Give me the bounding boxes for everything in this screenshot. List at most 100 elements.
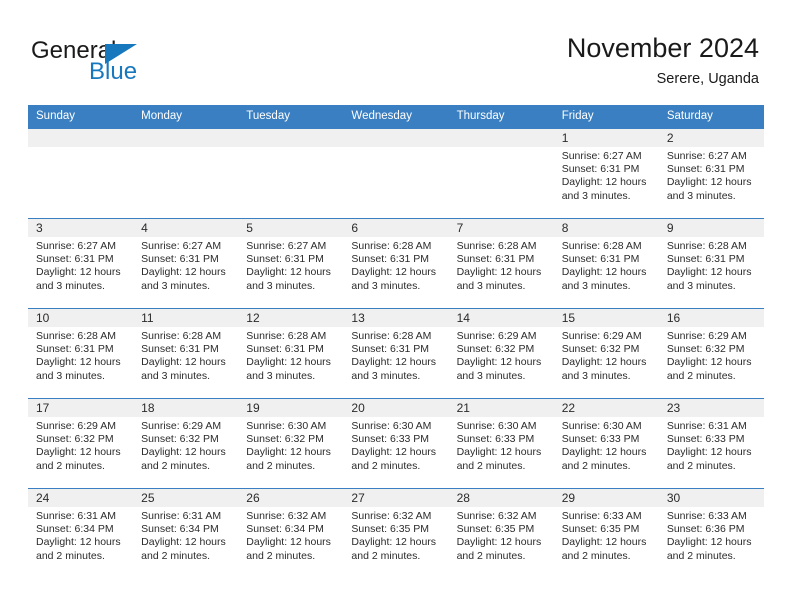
sunset-time: Sunset: 6:33 PM bbox=[351, 433, 430, 446]
calendar-week-row: 1 Sunrise: 6:27 AM Sunset: 6:31 PM Daylight… bbox=[28, 128, 764, 219]
calendar-day-cell[interactable]: 6 Sunrise: 6:28 AM Sunset: 6:31 PM Daylight… bbox=[343, 218, 449, 309]
day-number: 27 bbox=[343, 489, 449, 507]
day-number bbox=[448, 129, 554, 147]
daylight-duration-line2: and 3 minutes. bbox=[141, 279, 211, 292]
daylight-duration-line1: Daylight: 12 hours bbox=[36, 446, 121, 459]
calendar-day-cell[interactable]: 12 Sunrise: 6:28 AM Sunset: 6:31 PM Dayligh… bbox=[238, 308, 344, 399]
daylight-duration-line1: Daylight: 12 hours bbox=[351, 446, 437, 459]
sun-info: Sunrise: 6:28 AM Sunset: 6:31 PM Daylight:… bbox=[133, 327, 238, 383]
calendar-day-cell[interactable]: 25 Sunrise: 6:31 AM Sunset: 6:34 PM Dayligh… bbox=[133, 488, 239, 578]
calendar-day-cell[interactable]: 9 Sunrise: 6:28 AM Sunset: 6:31 PM Daylight… bbox=[658, 218, 764, 309]
general-blue-logo[interactable]: General Blue bbox=[31, 37, 251, 87]
sunrise-time: Sunrise: 6:27 AM bbox=[36, 240, 116, 252]
sunset-time: Sunset: 6:31 PM bbox=[141, 343, 219, 356]
calendar-day-cell[interactable]: 30 Sunrise: 6:33 AM Sunset: 6:36 PM Dayligh… bbox=[658, 488, 764, 578]
calendar-day-cell[interactable]: 7 Sunrise: 6:28 AM Sunset: 6:31 PM Daylight… bbox=[448, 218, 554, 309]
day-number: 2 bbox=[658, 129, 764, 147]
sunset-time: Sunset: 6:31 PM bbox=[561, 163, 640, 176]
daylight-duration-line2: and 2 minutes. bbox=[561, 459, 631, 472]
calendar-day-cell[interactable]: 26 Sunrise: 6:32 AM Sunset: 6:34 PM Dayligh… bbox=[238, 488, 344, 578]
day-cell-content bbox=[28, 129, 134, 218]
day-cell-content bbox=[238, 129, 344, 218]
sun-info: Sunrise: 6:28 AM Sunset: 6:31 PM Daylight:… bbox=[28, 327, 133, 383]
calendar-day-cell-empty bbox=[238, 128, 344, 219]
day-cell-content bbox=[133, 129, 239, 218]
day-number: 24 bbox=[28, 489, 134, 507]
day-cell-content: 30 Sunrise: 6:33 AM Sunset: 6:36 PM Dayligh… bbox=[658, 489, 764, 578]
sunset-time: Sunset: 6:32 PM bbox=[666, 343, 745, 356]
sun-info: Sunrise: 6:32 AM Sunset: 6:35 PM Daylight:… bbox=[343, 507, 448, 563]
calendar-day-cell[interactable]: 20 Sunrise: 6:30 AM Sunset: 6:33 PM Dayligh… bbox=[343, 398, 449, 489]
day-number: 29 bbox=[553, 489, 659, 507]
calendar-day-cell[interactable]: 27 Sunrise: 6:32 AM Sunset: 6:35 PM Dayligh… bbox=[343, 488, 449, 578]
calendar-day-cell[interactable]: 23 Sunrise: 6:31 AM Sunset: 6:33 PM Dayligh… bbox=[658, 398, 764, 489]
day-number: 22 bbox=[553, 399, 659, 417]
day-cell-content: 15 Sunrise: 6:29 AM Sunset: 6:32 PM Dayligh… bbox=[553, 309, 659, 398]
title-block: November 2024 Serere, Uganda bbox=[567, 32, 759, 89]
sunrise-time: Sunrise: 6:27 AM bbox=[561, 150, 642, 162]
calendar-day-cell[interactable]: 3 Sunrise: 6:27 AM Sunset: 6:31 PM Daylight… bbox=[28, 218, 134, 309]
sunrise-time: Sunrise: 6:29 AM bbox=[456, 330, 537, 342]
daylight-duration-line2: and 2 minutes. bbox=[666, 549, 736, 562]
day-cell-content: 12 Sunrise: 6:28 AM Sunset: 6:31 PM Dayligh… bbox=[238, 309, 344, 398]
day-cell-content: 25 Sunrise: 6:31 AM Sunset: 6:34 PM Dayligh… bbox=[133, 489, 239, 578]
calendar-day-cell[interactable]: 13 Sunrise: 6:28 AM Sunset: 6:31 PM Dayligh… bbox=[343, 308, 449, 399]
daylight-duration-line1: Daylight: 12 hours bbox=[351, 266, 437, 279]
sunrise-time: Sunrise: 6:31 AM bbox=[36, 510, 116, 522]
calendar-day-cell[interactable]: 28 Sunrise: 6:32 AM Sunset: 6:35 PM Dayligh… bbox=[448, 488, 554, 578]
daylight-duration-line2: and 2 minutes. bbox=[246, 549, 316, 562]
calendar-day-cell[interactable]: 24 Sunrise: 6:31 AM Sunset: 6:34 PM Dayligh… bbox=[28, 488, 134, 578]
day-number bbox=[343, 129, 449, 147]
calendar-day-cell[interactable]: 8 Sunrise: 6:28 AM Sunset: 6:31 PM Daylight… bbox=[553, 218, 659, 309]
calendar-day-cell-empty bbox=[28, 128, 134, 219]
daylight-duration-line1: Daylight: 12 hours bbox=[246, 356, 331, 369]
sunset-time: Sunset: 6:33 PM bbox=[456, 433, 535, 446]
day-number: 7 bbox=[448, 219, 554, 237]
calendar-day-cell-empty bbox=[343, 128, 449, 219]
calendar-day-cell[interactable]: 1 Sunrise: 6:27 AM Sunset: 6:31 PM Daylight… bbox=[553, 128, 659, 219]
day-number: 25 bbox=[133, 489, 239, 507]
sunset-time: Sunset: 6:32 PM bbox=[141, 433, 219, 446]
daylight-duration-line1: Daylight: 12 hours bbox=[141, 446, 226, 459]
calendar-day-cell[interactable]: 17 Sunrise: 6:29 AM Sunset: 6:32 PM Dayligh… bbox=[28, 398, 134, 489]
day-cell-content: 18 Sunrise: 6:29 AM Sunset: 6:32 PM Dayligh… bbox=[133, 399, 239, 488]
calendar-day-cell[interactable]: 22 Sunrise: 6:30 AM Sunset: 6:33 PM Dayligh… bbox=[553, 398, 659, 489]
daylight-duration-line2: and 2 minutes. bbox=[561, 549, 631, 562]
day-number: 28 bbox=[448, 489, 554, 507]
sunset-time: Sunset: 6:34 PM bbox=[246, 523, 324, 536]
sunrise-time: Sunrise: 6:29 AM bbox=[36, 420, 116, 432]
calendar-day-cell[interactable]: 21 Sunrise: 6:30 AM Sunset: 6:33 PM Dayligh… bbox=[448, 398, 554, 489]
calendar-table: Sunday Monday Tuesday Wednesday Thursday Frid… bbox=[28, 105, 764, 578]
calendar-day-cell-empty bbox=[448, 128, 554, 219]
calendar-day-cell[interactable]: 18 Sunrise: 6:29 AM Sunset: 6:32 PM Dayligh… bbox=[133, 398, 239, 489]
day-number: 12 bbox=[238, 309, 344, 327]
calendar-day-cell[interactable]: 11 Sunrise: 6:28 AM Sunset: 6:31 PM Dayligh… bbox=[133, 308, 239, 399]
logo-text-blue: Blue bbox=[89, 58, 138, 85]
sunrise-time: Sunrise: 6:30 AM bbox=[561, 420, 642, 432]
calendar-day-cell[interactable]: 19 Sunrise: 6:30 AM Sunset: 6:32 PM Dayligh… bbox=[238, 398, 344, 489]
sun-info: Sunrise: 6:27 AM Sunset: 6:31 PM Daylight:… bbox=[133, 237, 238, 293]
day-number: 30 bbox=[658, 489, 764, 507]
calendar-day-cell[interactable]: 29 Sunrise: 6:33 AM Sunset: 6:35 PM Dayligh… bbox=[553, 488, 659, 578]
day-cell-content: 20 Sunrise: 6:30 AM Sunset: 6:33 PM Dayligh… bbox=[343, 399, 449, 488]
calendar-day-cell[interactable]: 16 Sunrise: 6:29 AM Sunset: 6:32 PM Dayligh… bbox=[658, 308, 764, 399]
calendar-day-cell[interactable]: 10 Sunrise: 6:28 AM Sunset: 6:31 PM Dayligh… bbox=[28, 308, 134, 399]
daylight-duration-line1: Daylight: 12 hours bbox=[666, 536, 752, 549]
day-cell-content: 22 Sunrise: 6:30 AM Sunset: 6:33 PM Dayligh… bbox=[553, 399, 659, 488]
daylight-duration-line1: Daylight: 12 hours bbox=[666, 446, 752, 459]
sun-info: Sunrise: 6:32 AM Sunset: 6:34 PM Daylight:… bbox=[238, 507, 343, 563]
calendar-day-cell[interactable]: 4 Sunrise: 6:27 AM Sunset: 6:31 PM Daylight… bbox=[133, 218, 239, 309]
daylight-duration-line1: Daylight: 12 hours bbox=[36, 266, 121, 279]
sun-info: Sunrise: 6:33 AM Sunset: 6:36 PM Daylight:… bbox=[659, 507, 764, 563]
daylight-duration-line2: and 3 minutes. bbox=[351, 369, 421, 382]
calendar-day-cell[interactable]: 5 Sunrise: 6:27 AM Sunset: 6:31 PM Daylight… bbox=[238, 218, 344, 309]
day-number: 18 bbox=[133, 399, 239, 417]
calendar-day-cell[interactable]: 15 Sunrise: 6:29 AM Sunset: 6:32 PM Dayligh… bbox=[553, 308, 659, 399]
calendar-day-cell[interactable]: 2 Sunrise: 6:27 AM Sunset: 6:31 PM Daylight… bbox=[658, 128, 764, 219]
day-cell-content: 27 Sunrise: 6:32 AM Sunset: 6:35 PM Dayligh… bbox=[343, 489, 449, 578]
day-number bbox=[28, 129, 134, 147]
sunset-time: Sunset: 6:34 PM bbox=[141, 523, 219, 536]
calendar-day-cell[interactable]: 14 Sunrise: 6:29 AM Sunset: 6:32 PM Dayligh… bbox=[448, 308, 554, 399]
daylight-duration-line2: and 3 minutes. bbox=[456, 279, 526, 292]
sunrise-time: Sunrise: 6:32 AM bbox=[246, 510, 327, 522]
